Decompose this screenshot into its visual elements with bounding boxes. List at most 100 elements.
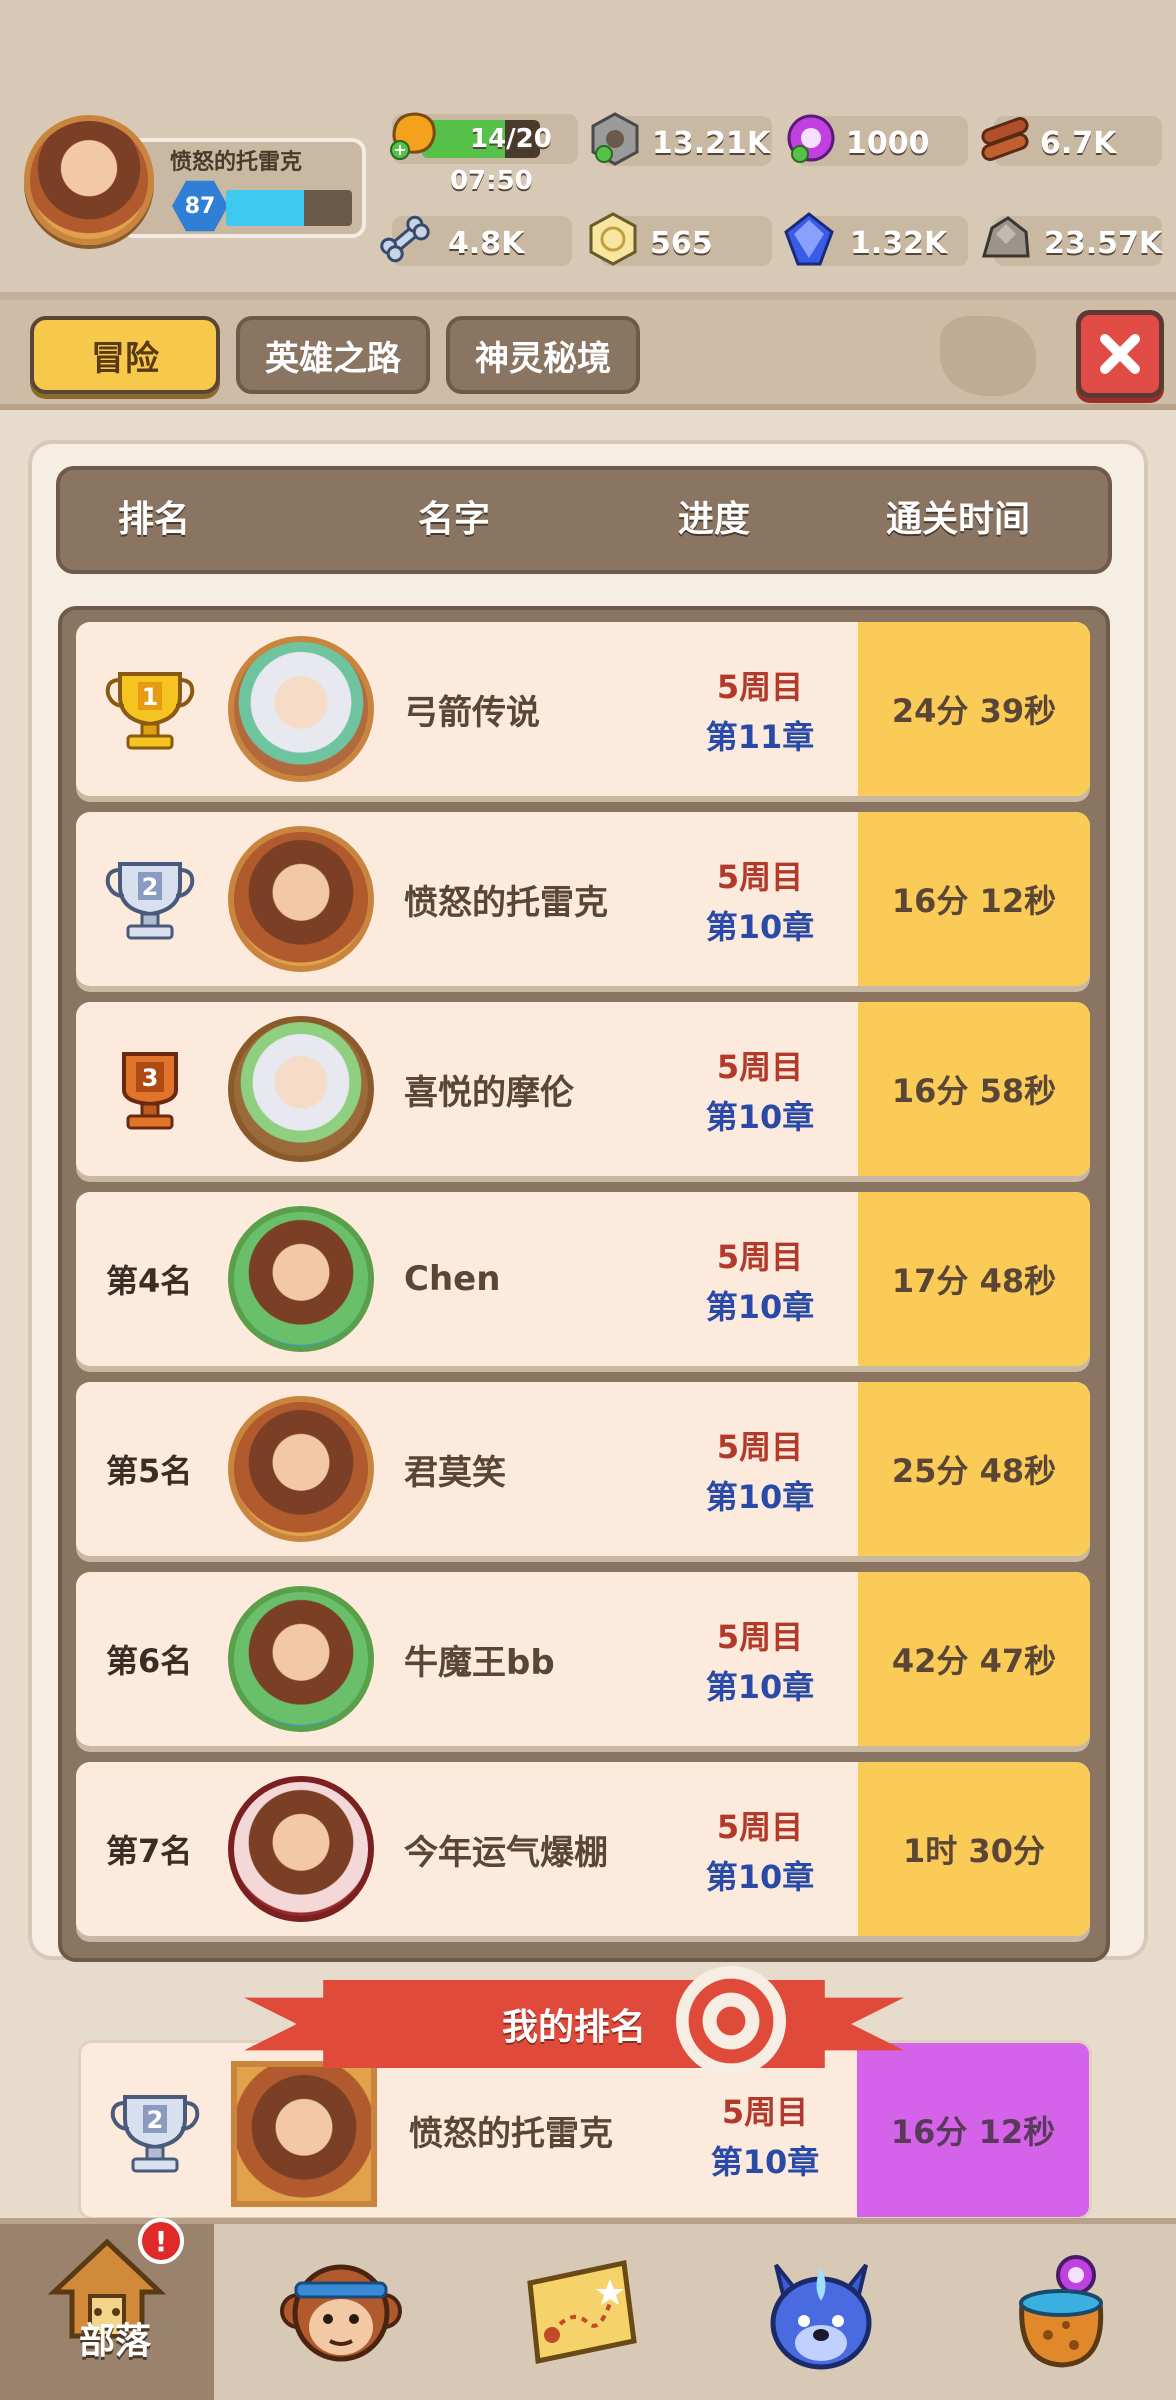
tab-spirit-realm[interactable]: 神灵秘境 [446, 316, 640, 394]
decorative-stone [940, 316, 1036, 396]
player-avatar[interactable] [228, 1776, 374, 1922]
player-name: 弓箭传说 [404, 692, 540, 733]
column-name: 名字 [418, 499, 491, 540]
clear-time: 1时 30分 [858, 1762, 1090, 1936]
column-progress: 进度 [678, 499, 751, 540]
player-name: 今年运气爆棚 [404, 1832, 608, 1873]
player-name: 喜悦的摩伦 [404, 1072, 574, 1113]
close-button[interactable] [1076, 310, 1164, 398]
progress-cycle: 5周目 [716, 1048, 804, 1086]
my-progress-chapter: 第10章 [710, 2143, 820, 2181]
nav-map[interactable] [474, 2224, 688, 2400]
clear-time: 42分 47秒 [858, 1572, 1090, 1746]
nav-tribe-label: 部落 [78, 2321, 151, 2362]
ranking-row[interactable]: 1 弓箭传说 5周目 第11章 24分 39秒 [76, 622, 1090, 796]
blue-crystal-icon [784, 212, 834, 266]
gold-trophy-icon: 1 [105, 672, 195, 750]
player-avatar[interactable] [228, 826, 374, 972]
my-rank-title: 我的排名 [501, 2007, 646, 2048]
coin-value: 565 [650, 226, 713, 261]
coin-shell-icon [589, 212, 637, 266]
bronze-trophy-icon: 3 [122, 1052, 178, 1130]
player-name: 愤怒的托雷克 [404, 882, 608, 923]
progress-cycle: 5周目 [716, 1238, 804, 1276]
svg-text:3: 3 [142, 1064, 159, 1092]
ranking-row[interactable]: 第7名 今年运气爆棚 5周目 第10章 1时 30分 [76, 1762, 1090, 1936]
stone-icon [982, 216, 1030, 258]
target-arrow-icon [676, 1966, 786, 2076]
progress-cell: 5周目 第10章 [680, 852, 840, 948]
progress-chapter: 第10章 [705, 1858, 815, 1896]
clear-time: 25分 48秒 [858, 1382, 1090, 1556]
svg-text:2: 2 [147, 2106, 164, 2134]
item-bag-icon [1019, 2255, 1104, 2368]
progress-chapter: 第10章 [705, 908, 815, 946]
rank-label: 第4名 [106, 1262, 193, 1300]
rank-label: 第6名 [106, 1642, 193, 1680]
player-name: Chen [404, 1259, 501, 1299]
ranking-row[interactable]: 第5名 君莫笑 5周目 第10章 25分 48秒 [76, 1382, 1090, 1556]
svg-text:2: 2 [142, 873, 159, 901]
clear-time: 24分 39秒 [858, 622, 1090, 796]
close-icon [1100, 334, 1140, 374]
silver-trophy-icon: 2 [110, 2095, 200, 2173]
player-avatar[interactable] [24, 115, 154, 245]
ranking-row[interactable]: 第4名 Chen 5周目 第10章 17分 48秒 [76, 1192, 1090, 1366]
nav-hero[interactable] [234, 2224, 448, 2400]
bone-icon [380, 215, 430, 263]
nav-bag[interactable] [954, 2224, 1168, 2400]
progress-cycle: 5周目 [716, 668, 804, 706]
monkey-hero-icon [280, 2264, 402, 2362]
notification-badge: ! [138, 2218, 184, 2264]
player-name: 君莫笑 [404, 1452, 506, 1493]
stone-value: 23.57K [1044, 226, 1163, 261]
rank-label: 第7名 [106, 1832, 193, 1870]
my-progress-cell: 5周目 第10章 [685, 2087, 845, 2183]
progress-cell: 5周目 第10章 [680, 1612, 840, 1708]
my-clear-time: 16分 12秒 [857, 2043, 1089, 2217]
player-level: 87 [184, 193, 216, 219]
ranking-row[interactable]: 3 喜悦的摩伦 5周目 第10章 16分 58秒 [76, 1002, 1090, 1176]
ranking-row[interactable]: 2 愤怒的托雷克 5周目 第10章 16分 12秒 [76, 812, 1090, 986]
progress-chapter: 第10章 [705, 1478, 815, 1516]
player-avatar[interactable] [228, 1396, 374, 1542]
svg-text:+: + [393, 140, 406, 159]
clear-time: 16分 12秒 [858, 812, 1090, 986]
wood-value: 6.7K [1040, 126, 1117, 161]
progress-cell: 5周目 第10章 [680, 1042, 840, 1138]
player-avatar[interactable] [228, 1016, 374, 1162]
column-clear-time: 通关时间 [886, 499, 1031, 540]
player-avatar[interactable] [228, 636, 374, 782]
silver-trophy-icon: 2 [105, 862, 195, 940]
progress-cycle: 5周目 [716, 1808, 804, 1846]
nut-value: 13.21K [652, 126, 771, 161]
ranking-row[interactable]: 第6名 牛魔王bb 5周目 第10章 42分 47秒 [76, 1572, 1090, 1746]
progress-chapter: 第10章 [705, 1288, 815, 1326]
stamina-timer: 07:50 [450, 166, 533, 196]
progress-cell: 5周目 第10章 [680, 1802, 840, 1898]
treasure-map-icon [527, 2259, 637, 2365]
stamina-meat-icon: + [390, 112, 436, 160]
bone-value: 4.8K [448, 226, 525, 261]
progress-cycle: 5周目 [716, 1428, 804, 1466]
my-progress-cycle: 5周目 [721, 2093, 809, 2131]
tab-hero-road[interactable]: 英雄之路 [236, 316, 430, 394]
player-name: 愤怒的托雷克 [170, 150, 303, 175]
wolf-pet-icon [770, 2263, 872, 2370]
my-rank-ribbon: 我的排名 [244, 1980, 904, 2068]
progress-cell: 5周目 第10章 [680, 1232, 840, 1328]
player-avatar[interactable] [228, 1586, 374, 1732]
clear-time: 16分 58秒 [858, 1002, 1090, 1176]
my-name: 愤怒的托雷克 [409, 2113, 613, 2154]
crystal-value: 1.32K [850, 226, 948, 261]
my-avatar[interactable] [231, 2061, 377, 2207]
exp-bar [226, 190, 352, 226]
nav-pet[interactable] [714, 2224, 928, 2400]
column-rank: 排名 [118, 499, 191, 540]
stamina-value: 14/20 [470, 124, 552, 154]
exp-bar-fill [226, 190, 305, 226]
player-avatar[interactable] [228, 1206, 374, 1352]
progress-cycle: 5周目 [716, 1618, 804, 1656]
progress-chapter: 第10章 [705, 1668, 815, 1706]
tab-adventure[interactable]: 冒险 [30, 316, 220, 394]
